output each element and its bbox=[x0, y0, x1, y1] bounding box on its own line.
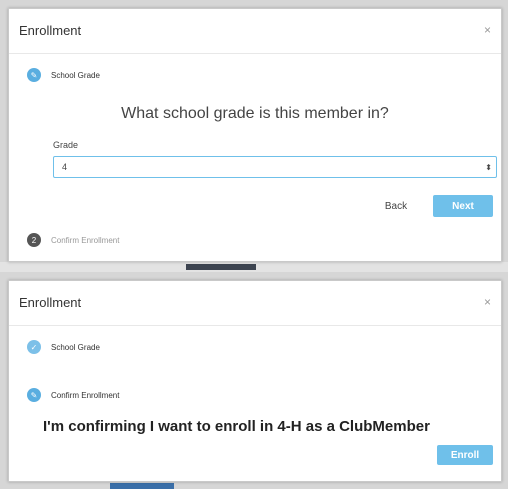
enrollment-modal-grade: Enrollment × ✎ School Grade What school … bbox=[8, 8, 502, 262]
backdrop-fragment bbox=[110, 483, 174, 489]
select-caret-icon: ⬍ bbox=[485, 163, 492, 172]
step-label: School Grade bbox=[51, 342, 100, 352]
back-button[interactable]: Back bbox=[371, 195, 421, 217]
check-icon: ✓ bbox=[27, 340, 41, 354]
enrollment-modal-confirm: Enrollment × ✓ School Grade ✎ Confirm En… bbox=[8, 280, 502, 482]
modal-header: Enrollment × bbox=[9, 281, 501, 326]
grade-select[interactable]: 4 ⬍ bbox=[53, 156, 497, 178]
backdrop-fragment bbox=[186, 264, 256, 270]
next-button[interactable]: Next bbox=[433, 195, 493, 217]
enroll-button[interactable]: Enroll bbox=[437, 445, 493, 465]
step-label: Confirm Enrollment bbox=[51, 390, 120, 400]
question-heading: What school grade is this member in? bbox=[121, 105, 389, 122]
step-number-icon: 2 bbox=[27, 233, 41, 247]
step-label: Confirm Enrollment bbox=[51, 235, 120, 245]
step-confirm-enrollment: ✎ Confirm Enrollment bbox=[27, 385, 119, 405]
pencil-icon: ✎ bbox=[27, 388, 41, 402]
close-icon[interactable]: × bbox=[484, 296, 491, 308]
grade-value: 4 bbox=[62, 162, 68, 172]
step-school-grade: ✓ School Grade bbox=[27, 337, 100, 357]
modal-title: Enrollment bbox=[19, 23, 82, 38]
confirm-statement: I'm confirming I want to enroll in 4-H a… bbox=[43, 418, 430, 435]
step-label: School Grade bbox=[51, 70, 100, 80]
step-confirm-enrollment: 2 Confirm Enrollment bbox=[27, 230, 119, 250]
pencil-icon: ✎ bbox=[27, 68, 41, 82]
step-school-grade: ✎ School Grade bbox=[27, 65, 100, 85]
modal-header: Enrollment × bbox=[9, 9, 501, 54]
grade-label: Grade bbox=[53, 140, 79, 150]
modal-title: Enrollment bbox=[19, 295, 82, 310]
close-icon[interactable]: × bbox=[484, 24, 491, 36]
